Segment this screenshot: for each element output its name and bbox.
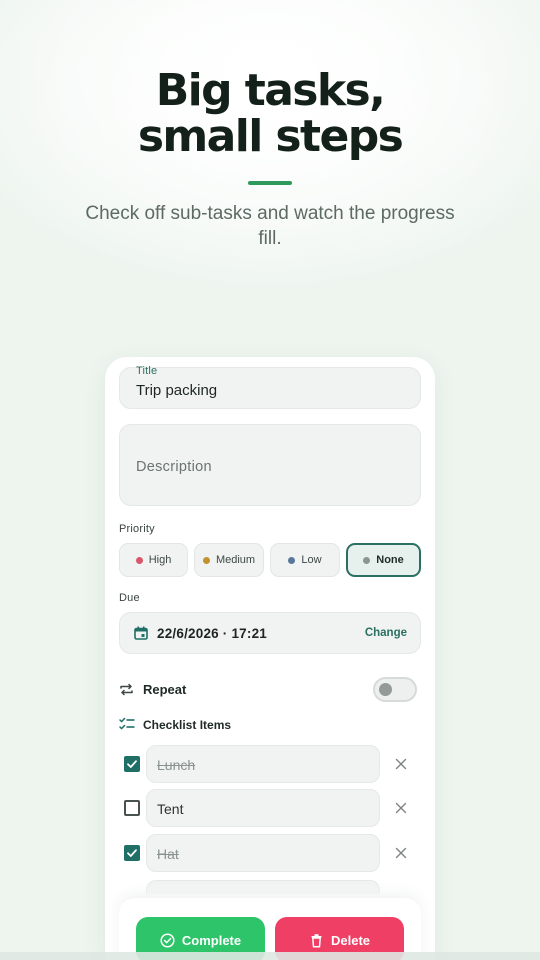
due-label: Due [119, 592, 140, 604]
checklist-item-text: Lunch [157, 757, 196, 773]
action-panel: Complete Delete [119, 898, 421, 960]
complete-button-label: Complete [181, 932, 242, 948]
delete-button-label: Delete [330, 932, 371, 948]
task-edit-card: Title Trip packing Description Priority … [105, 357, 435, 960]
headline-line-1: Big tasks, [155, 65, 386, 116]
due-date-field[interactable]: 22/6/2026 · 17:21 Change [119, 612, 421, 654]
priority-chip-medium[interactable]: Medium [194, 543, 264, 577]
checklist-item: Lunch [119, 745, 421, 783]
priority-dot-high [135, 556, 143, 564]
priority-dot-medium [202, 556, 210, 564]
priority-label: Priority [119, 523, 155, 535]
checklist-checkbox[interactable] [124, 845, 140, 861]
due-date-value: 22/6/2026 · 17:21 [157, 626, 267, 641]
close-icon[interactable] [394, 801, 408, 815]
checklist-item-text: Hat [157, 846, 179, 862]
checklist-item: Tent [119, 789, 421, 827]
change-due-button[interactable]: Change [365, 627, 407, 639]
checklist-item-field[interactable]: Lunch [146, 745, 380, 783]
checklist-item-text: Tent [157, 801, 184, 817]
repeat-label: Repeat [143, 682, 187, 697]
title-input-value[interactable]: Trip packing [136, 382, 217, 399]
priority-selector: High Medium Low None [119, 543, 421, 577]
repeat-row: Repeat [119, 677, 421, 702]
page-headline: Big tasks, small steps [0, 68, 540, 160]
priority-chip-label: Medium [215, 554, 256, 566]
checklist-checkbox[interactable] [124, 756, 140, 772]
headline-line-2: small steps [137, 111, 404, 162]
close-icon[interactable] [394, 757, 408, 771]
checklist-icon [119, 717, 135, 730]
title-field[interactable]: Title Trip packing [119, 365, 421, 409]
repeat-toggle-knob [379, 683, 392, 696]
checklist-checkbox[interactable] [124, 800, 140, 816]
trash-icon [311, 933, 322, 948]
checklist-item-field[interactable]: Hat [146, 834, 380, 872]
priority-chip-label: None [376, 554, 404, 566]
description-field[interactable]: Description [119, 424, 421, 506]
priority-dot-low [288, 556, 296, 564]
headline-accent-bar [248, 181, 292, 185]
description-placeholder: Description [136, 459, 212, 475]
checkmark-icon [127, 760, 137, 768]
repeat-icon [120, 683, 133, 696]
priority-chip-low[interactable]: Low [270, 543, 340, 577]
priority-chip-high[interactable]: High [119, 543, 188, 577]
page-subtitle: Check off sub-tasks and watch the progre… [85, 203, 455, 249]
repeat-toggle[interactable] [373, 677, 417, 702]
priority-chip-none[interactable]: None [346, 543, 421, 577]
check-circle-icon [160, 932, 175, 948]
calendar-icon [134, 626, 148, 640]
checklist-item: Hat [119, 834, 421, 872]
bottom-strip [0, 952, 540, 960]
checklist-label: Checklist Items [143, 718, 232, 732]
title-field-label: Title [136, 365, 158, 377]
checklist-header: Checklist Items [119, 716, 421, 734]
priority-chip-label: Low [301, 554, 322, 566]
priority-chip-label: High [148, 554, 172, 566]
checklist-item-field[interactable]: Tent [146, 789, 380, 827]
priority-dot-none [363, 556, 371, 564]
checkmark-icon [127, 849, 137, 857]
close-icon[interactable] [394, 846, 408, 860]
